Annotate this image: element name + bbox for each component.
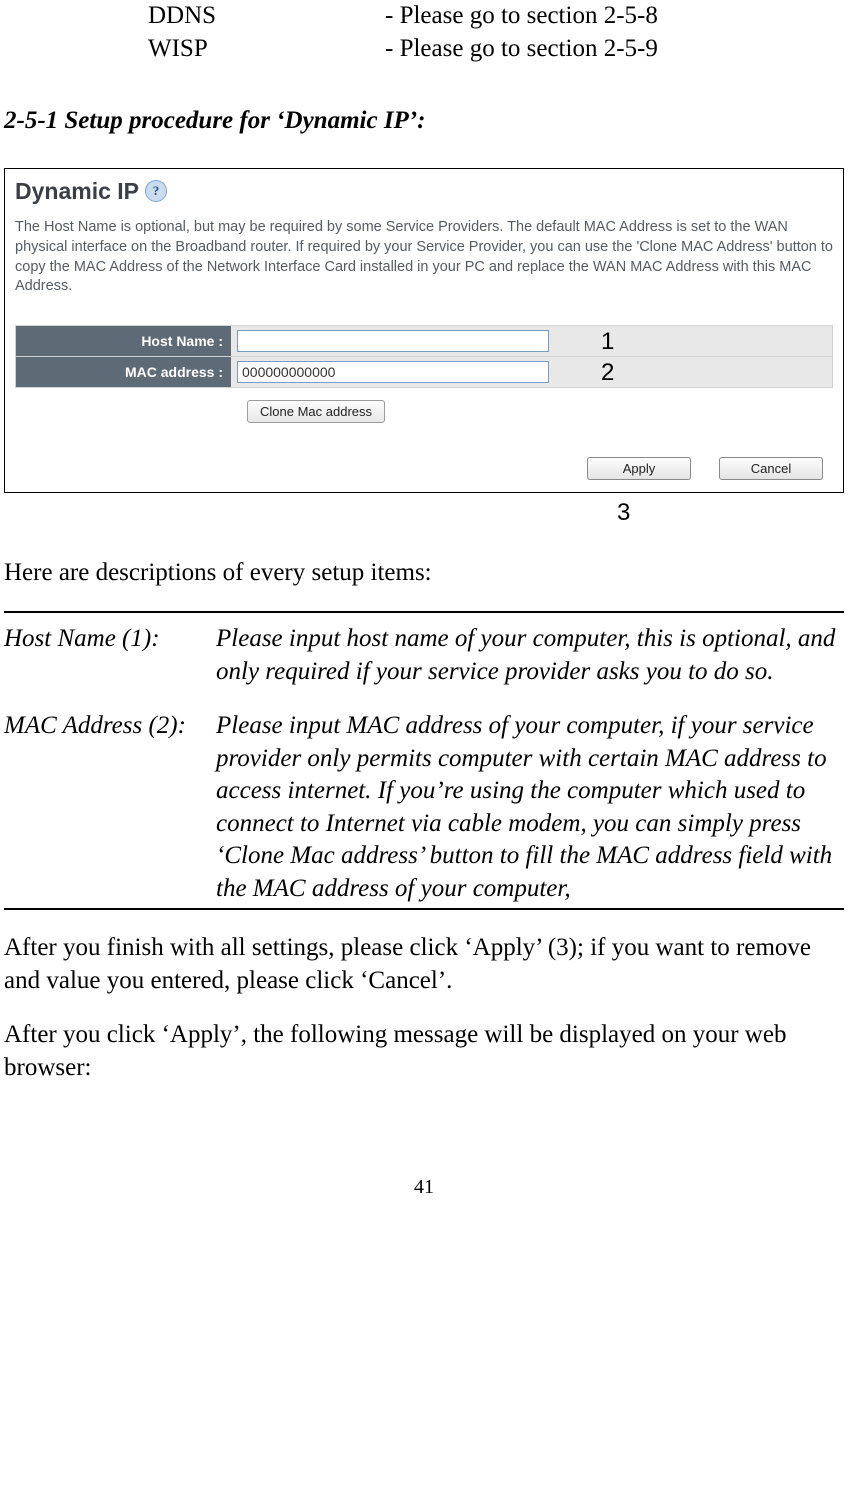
paragraph: After you finish with all settings, plea… [4,932,844,997]
callout-1: 1 [601,326,614,357]
toc-ref: - Please go to section 2-5-9 [385,33,658,66]
mac-address-cell: 2 [231,358,832,386]
mac-address-row: MAC address : 2 [16,356,832,387]
definition-row: Host Name (1): Please input host name of… [4,623,844,688]
clone-button-row: Clone Mac address [15,388,833,429]
section-heading: 2-5-1 Setup procedure for ‘Dynamic IP’: [4,105,844,138]
paragraph: After you click ‘Apply’, the following m… [4,1019,844,1084]
host-name-input[interactable] [237,330,549,352]
definition-row: MAC Address (2): Please input MAC addres… [4,710,844,905]
toc-row: WISP - Please go to section 2-5-9 [148,33,844,66]
toc-term: WISP [148,33,385,66]
host-name-label: Host Name : [16,326,231,356]
toc-list: DDNS - Please go to section 2-5-8 WISP -… [148,0,844,65]
screenshot-title: Dynamic IP [15,177,139,207]
callout-2: 2 [601,357,614,388]
callout-3-holder: 3 [4,499,844,527]
screenshot-title-bar: Dynamic IP ? [15,177,833,207]
apply-button[interactable]: Apply [587,457,691,480]
host-name-row: Host Name : 1 [16,326,832,356]
definition-block: Host Name (1): Please input host name of… [4,611,844,910]
button-bar: Apply Cancel [15,457,833,480]
form-table: Host Name : 1 MAC address : 2 [15,325,833,388]
definition-term: MAC Address (2): [4,710,216,905]
definition-term: Host Name (1): [4,623,216,688]
page-number: 41 [4,1174,844,1200]
toc-row: DDNS - Please go to section 2-5-8 [148,0,844,33]
screenshot-description: The Host Name is optional, but may be re… [15,218,833,296]
router-screenshot: Dynamic IP ? The Host Name is optional, … [4,168,844,493]
help-icon[interactable]: ? [145,180,167,202]
clone-mac-button[interactable]: Clone Mac address [247,400,385,423]
callout-3: 3 [617,497,630,528]
mac-address-input[interactable] [237,361,549,383]
toc-term: DDNS [148,0,385,33]
definition-desc: Please input host name of your computer,… [216,623,844,688]
intro-line: Here are descriptions of every setup ite… [4,557,844,590]
toc-ref: - Please go to section 2-5-8 [385,0,658,33]
definition-desc: Please input MAC address of your compute… [216,710,844,905]
mac-address-label: MAC address : [16,357,231,387]
host-name-cell: 1 [231,327,832,355]
cancel-button[interactable]: Cancel [719,457,823,480]
